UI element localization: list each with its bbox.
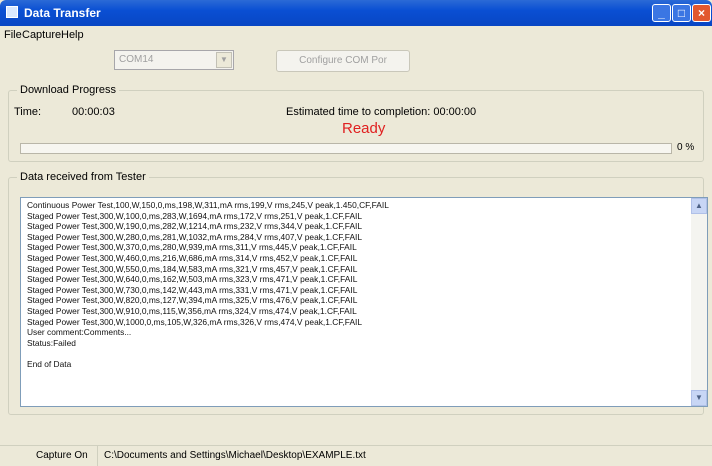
data-line: Status:Failed [27,337,76,348]
data-line: End of Data [27,358,72,369]
data-line: User comment:Comments... [27,327,132,338]
status-bar: Capture On C:\Documents and Settings\Mic… [0,445,712,466]
time-label: Time: [14,106,42,118]
data-line: Continuous Power Test,100,W,150,0,ms,198… [27,200,389,210]
title-bar: Data Transfer _ □ × [0,0,712,26]
menu-capture[interactable]: Capture [22,29,61,41]
data-line: Staged Power Test,300,W,100,0,ms,283,W,1… [27,210,363,221]
data-line: Staged Power Test,300,W,730,0,ms,142,W,4… [27,284,358,295]
data-textarea[interactable]: Continuous Power Test,100,W,150,0,ms,198… [20,197,708,407]
data-line: Staged Power Test,300,W,460,0,ms,216,W,6… [27,252,358,263]
scroll-down-icon[interactable]: ▼ [691,390,707,406]
menu-bar: File Capture Help [0,26,712,46]
data-line: Staged Power Test,300,W,1000,0,ms,105,W,… [27,316,363,327]
estimated-completion: Estimated time to completion: 00:00:00 [286,106,477,118]
scroll-up-icon[interactable]: ▲ [691,198,707,214]
maximize-icon: □ [677,6,686,20]
data-line: Staged Power Test,300,W,370,0,ms,280,W,9… [27,242,357,253]
chevron-down-icon[interactable]: ▼ [216,52,232,68]
data-text: Continuous Power Test,100,W,150,0,ms,198… [27,200,687,370]
app-icon [6,6,18,18]
progress-bar [20,143,672,154]
data-line: Staged Power Test,300,W,280,0,ms,281,W,1… [27,231,363,242]
data-line: Staged Power Test,300,W,640,0,ms,162,W,5… [27,274,358,285]
progress-percent: 0 % [677,142,695,153]
menu-help[interactable]: Help [61,29,84,41]
window-title: Data Transfer [24,6,101,20]
menu-file[interactable]: File [4,29,22,41]
file-path: C:\Documents and Settings\Michael\Deskto… [104,450,366,461]
minimize-button[interactable]: _ [652,4,671,22]
minimize-icon: _ [658,6,665,20]
maximize-button[interactable]: □ [672,4,691,22]
data-line: Staged Power Test,300,W,190,0,ms,282,W,1… [27,221,363,232]
status-cell-capture: Capture On [0,446,98,466]
status-text: Ready [342,120,386,137]
com-port-value: COM14 [119,54,154,65]
data-received-label: Data received from Tester [17,171,149,183]
vertical-scrollbar[interactable]: ▲ ▼ [691,198,707,406]
close-icon: × [697,6,705,20]
time-value: 00:00:03 [72,106,115,118]
close-button[interactable]: × [692,4,711,22]
configure-com-port-button[interactable]: Configure COM Por [276,50,410,72]
data-line: Staged Power Test,300,W,820,0,ms,127,W,3… [27,295,358,306]
download-progress-label: Download Progress [17,84,119,96]
capture-status: Capture On [36,450,88,461]
com-port-select[interactable]: COM14 ▼ [114,50,234,70]
data-line [27,348,687,359]
data-line: Staged Power Test,300,W,910,0,ms,115,W,3… [27,305,357,316]
data-line: Staged Power Test,300,W,550,0,ms,184,W,5… [27,263,358,274]
